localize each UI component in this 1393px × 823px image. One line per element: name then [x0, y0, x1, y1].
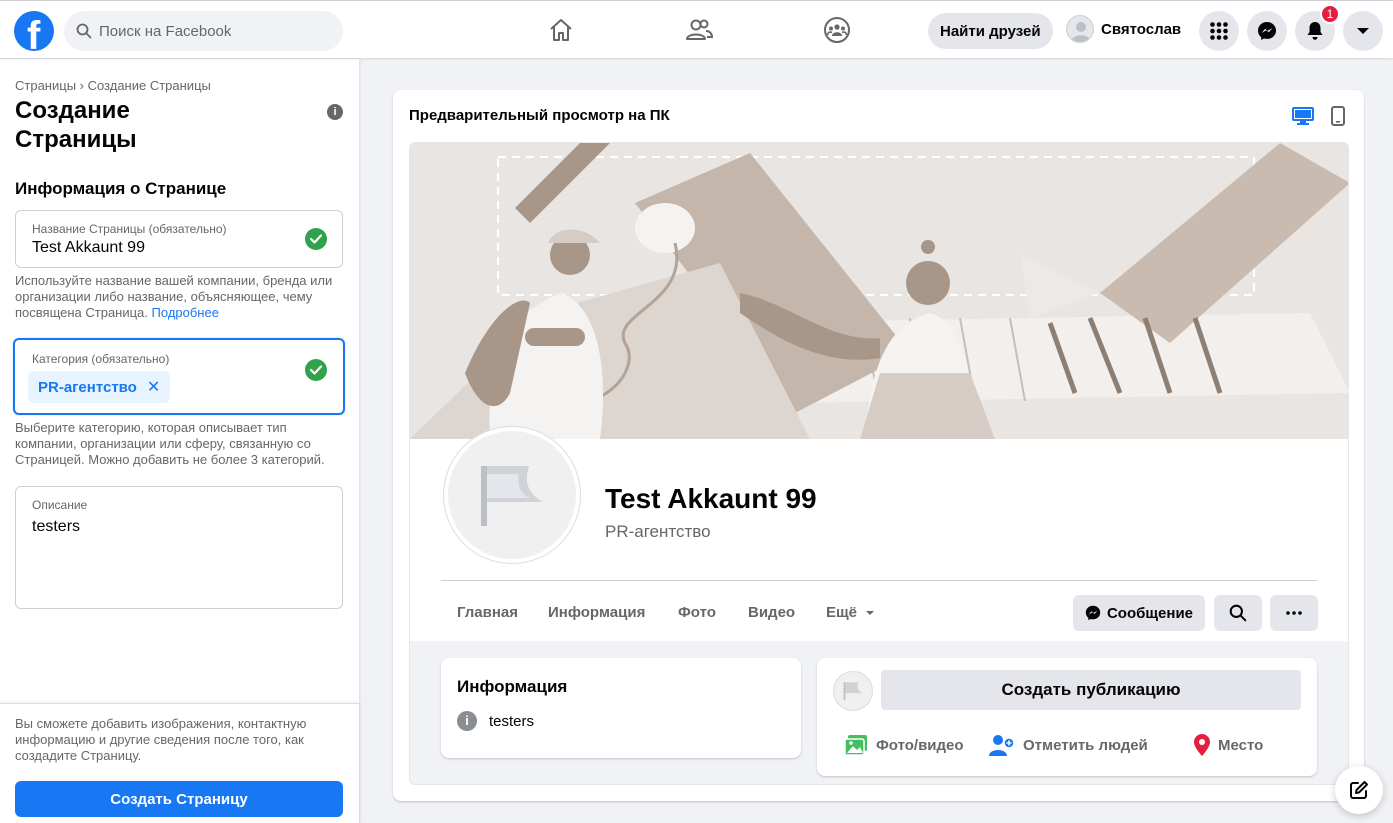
place-button[interactable]: Место [1194, 734, 1263, 756]
profile-name: Святослав [1101, 20, 1182, 38]
menu-button[interactable] [1199, 11, 1239, 51]
message-button[interactable]: Сообщение [1073, 595, 1205, 631]
tab-about[interactable]: Информация [548, 604, 645, 621]
account-dropdown-button[interactable] [1343, 11, 1383, 51]
more-dots-icon [1286, 611, 1302, 615]
tab-more[interactable]: Ещё [826, 604, 875, 621]
caret-down-icon [866, 611, 875, 615]
page-title: Создание Страницы [15, 97, 137, 153]
page-creation-sidebar: Страницы › Создание Страницы Создание Ст… [0, 59, 359, 823]
description-row: i testers [457, 711, 534, 731]
create-post-button[interactable]: Создать публикацию [881, 670, 1301, 710]
compose-icon [1350, 781, 1368, 799]
messenger-icon [1085, 605, 1101, 621]
mobile-view-icon[interactable] [1331, 106, 1345, 131]
description-field[interactable]: Описание testers [15, 486, 343, 609]
page-name-label: Название Страницы (обязательно) [32, 222, 227, 236]
info-card-title: Информация [457, 677, 568, 696]
desktop-view-icon[interactable] [1292, 106, 1314, 131]
groups-icon[interactable] [820, 13, 854, 47]
category-chip-label: PR-агентство [38, 378, 137, 396]
friends-icon[interactable] [682, 13, 716, 47]
post-composer-card: Создать публикацию Фото/видео Отметить л… [817, 658, 1317, 776]
photo-video-button[interactable]: Фото/видео [844, 734, 964, 756]
home-icon[interactable] [544, 13, 578, 47]
photo-icon [844, 735, 867, 756]
top-navigation-bar: f Найти друзей Святослав 1 [0, 0, 1393, 58]
notifications-button[interactable]: 1 [1295, 4, 1340, 51]
facebook-logo[interactable]: f [14, 11, 54, 51]
avatar [1066, 15, 1094, 43]
tag-people-icon [989, 735, 1015, 756]
photo-video-label: Фото/видео [876, 736, 964, 754]
search-icon [76, 23, 92, 39]
search-input[interactable] [99, 22, 319, 40]
find-friends-button[interactable]: Найти друзей [928, 13, 1053, 49]
preview-title: Предварительный просмотр на ПК [409, 107, 670, 124]
tab-videos[interactable]: Видео [748, 604, 795, 621]
location-pin-icon [1194, 734, 1210, 756]
tab-home[interactable]: Главная [457, 604, 518, 621]
page-search-button[interactable] [1214, 595, 1262, 631]
page-name-helper: Используйте название вашей компании, бре… [15, 273, 345, 321]
preview-page-name: Test Akkaunt 99 [605, 483, 817, 514]
valid-check-icon [305, 359, 327, 381]
valid-check-icon [305, 228, 327, 250]
tab-photos[interactable]: Фото [678, 604, 716, 621]
profile-link[interactable]: Святослав [1066, 15, 1181, 43]
message-button-label: Сообщение [1106, 604, 1194, 622]
flag-icon [843, 682, 863, 701]
remove-chip-icon[interactable]: ✕ [147, 377, 160, 397]
tab-more-label: Ещё [826, 604, 858, 621]
notification-badge: 1 [1320, 4, 1340, 24]
section-title: Информация о Странице [15, 179, 227, 198]
info-card: Информация i testers [441, 658, 801, 758]
page-name-value: Test Akkaunt 99 [32, 239, 145, 256]
tag-people-label: Отметить людей [1023, 736, 1148, 754]
desktop-preview-card: Предварительный просмотр на ПК Test Akka… [393, 90, 1364, 801]
more-options-button[interactable] [1270, 595, 1318, 631]
caret-down-icon [1357, 28, 1369, 34]
info-description: testers [489, 712, 535, 730]
messenger-icon [1258, 22, 1276, 40]
cover-illustration [410, 143, 1348, 439]
learn-more-link[interactable]: Подробнее [152, 305, 219, 320]
page-avatar [444, 427, 580, 563]
composer-avatar [833, 671, 873, 711]
page-name-field[interactable]: Название Страницы (обязательно) Test Akk… [15, 210, 343, 268]
create-page-button[interactable]: Создать Страницу [15, 781, 343, 817]
messenger-button[interactable] [1247, 11, 1287, 51]
tag-people-button[interactable]: Отметить людей [989, 734, 1148, 756]
grid-menu-icon [1210, 22, 1228, 40]
category-chip[interactable]: PR-агентство ✕ [28, 371, 171, 403]
page-preview: Test Akkaunt 99 PR-агентство Главная Инф… [409, 142, 1349, 785]
description-label: Описание [32, 498, 88, 512]
category-label: Категория (обязательно) [32, 352, 170, 366]
category-field[interactable]: Категория (обязательно) PR-агентство ✕ [13, 338, 345, 415]
description-value[interactable]: testers [32, 518, 80, 536]
footer-note: Вы сможете добавить изображения, контакт… [15, 716, 307, 763]
header-divider [441, 580, 1317, 581]
category-helper: Выберите категорию, которая описывает ти… [15, 420, 325, 467]
flag-icon [481, 466, 543, 526]
info-icon[interactable]: i [327, 104, 343, 120]
place-label: Место [1218, 736, 1264, 754]
search-icon [1229, 604, 1247, 622]
bell-icon [1307, 22, 1323, 40]
new-message-button[interactable] [1335, 766, 1383, 814]
info-icon: i [457, 711, 477, 731]
breadcrumb[interactable]: Страницы › Создание Страницы [15, 78, 211, 93]
search-box[interactable] [64, 11, 343, 51]
preview-page-category: PR-агентство [605, 522, 711, 541]
